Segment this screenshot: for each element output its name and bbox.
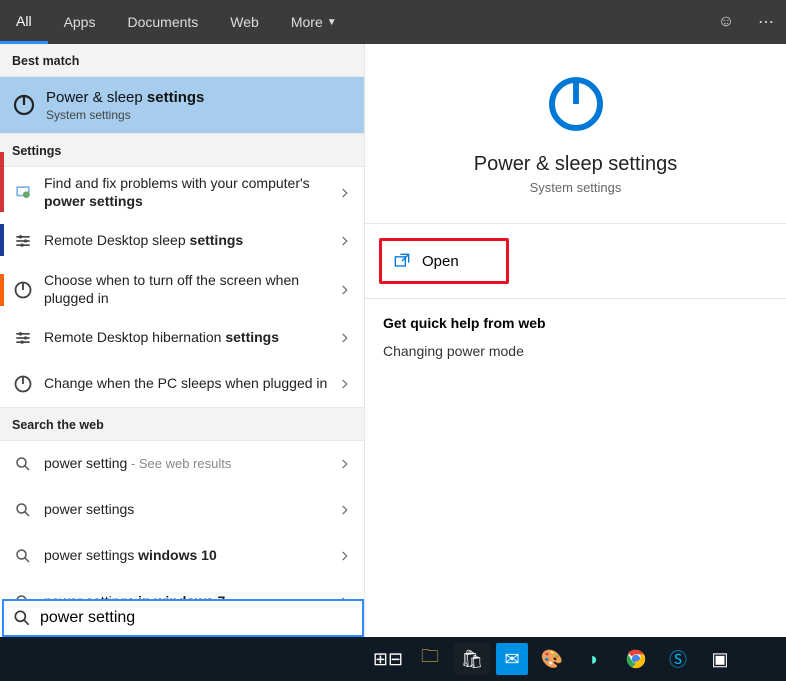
troubleshoot-icon [12,182,34,204]
chevron-right-icon [330,283,352,297]
result-text: power setting - See web results [44,455,330,473]
quick-help-header: Get quick help from web [383,315,768,331]
tab-all[interactable]: All [0,0,48,44]
section-best-match: Best match [0,44,364,77]
best-match-subtitle: System settings [46,108,204,122]
result-text: Remote Desktop hibernation settings [44,329,330,347]
sliders-icon [12,327,34,349]
taskbar-app-icon[interactable]: ▣ [702,643,738,675]
power-icon [12,373,34,395]
results-list: Best match Power & sleep settings System… [0,44,365,637]
chevron-down-icon: ▼ [327,17,337,28]
file-explorer-icon[interactable]: 🗀 [412,643,448,675]
search-icon [12,499,34,521]
open-label: Open [422,253,459,270]
quick-help-section: Get quick help from web Changing power m… [365,299,786,375]
search-filter-tabs: All Apps Documents Web More ▼ ☺ ⋯ [0,0,786,44]
open-action[interactable]: Open [379,238,509,284]
more-options-icon[interactable]: ⋯ [746,0,786,44]
web-result-item[interactable]: power settings [0,487,364,533]
search-box[interactable] [2,599,364,637]
section-settings: Settings [0,133,364,167]
search-icon [12,453,34,475]
detail-pane: Power & sleep settings System settings O… [365,44,786,637]
search-icon [12,608,32,628]
chevron-right-icon [330,457,352,471]
detail-subtitle: System settings [365,180,786,195]
power-icon [12,93,36,117]
tab-documents[interactable]: Documents [111,0,214,44]
paint-icon[interactable]: 🎨 [534,643,570,675]
taskview-icon[interactable]: ⊞⊟ [370,643,406,675]
result-text: Choose when to turn off the screen when … [44,272,330,307]
settings-result-item[interactable]: Change when the PC sleeps when plugged i… [0,361,364,407]
sliders-icon [12,230,34,252]
result-text: Change when the PC sleeps when plugged i… [44,375,330,393]
chrome-icon[interactable] [618,643,654,675]
best-match-item[interactable]: Power & sleep settings System settings [0,77,364,133]
chevron-right-icon [330,331,352,345]
result-text: Find and fix problems with your computer… [44,175,330,210]
result-text: power settings windows 10 [44,547,330,565]
settings-result-item[interactable]: Choose when to turn off the screen when … [0,264,364,315]
detail-title: Power & sleep settings [365,153,786,176]
chevron-right-icon [330,503,352,517]
open-icon [392,251,412,271]
tab-web[interactable]: Web [214,0,275,44]
chevron-right-icon [330,549,352,563]
result-text: Remote Desktop sleep settings [44,232,330,250]
section-search-web: Search the web [0,407,364,441]
skype-icon[interactable]: Ⓢ [660,643,696,675]
power-icon [12,279,34,301]
taskbar: ⊞⊟ 🗀 🛍 ✉ 🎨 ◗ Ⓢ ▣ [0,637,786,681]
search-input[interactable] [40,609,354,627]
tab-more-label: More [291,14,323,30]
help-link-power-mode[interactable]: Changing power mode [383,343,768,359]
web-result-item[interactable]: power settings windows 10 [0,533,364,579]
chevron-right-icon [330,186,352,200]
tab-apps[interactable]: Apps [48,0,112,44]
mail-icon[interactable]: ✉ [496,643,528,675]
search-icon [12,545,34,567]
chevron-right-icon [330,234,352,248]
sway-icon[interactable]: ◗ [576,643,612,675]
settings-result-item[interactable]: Remote Desktop sleep settings [0,218,364,264]
settings-result-item[interactable]: Remote Desktop hibernation settings [0,315,364,361]
web-result-item[interactable]: power setting - See web results [0,441,364,487]
settings-result-item[interactable]: Find and fix problems with your computer… [0,167,364,218]
best-match-title: Power & sleep settings [46,89,204,106]
detail-hero: Power & sleep settings System settings [365,44,786,224]
store-icon[interactable]: 🛍 [454,643,490,675]
chevron-right-icon [330,377,352,391]
power-icon [544,72,608,136]
feedback-icon[interactable]: ☺ [706,0,746,44]
result-text: power settings [44,501,330,519]
tab-more[interactable]: More ▼ [275,0,353,44]
search-results-panel: Best match Power & sleep settings System… [0,44,786,637]
